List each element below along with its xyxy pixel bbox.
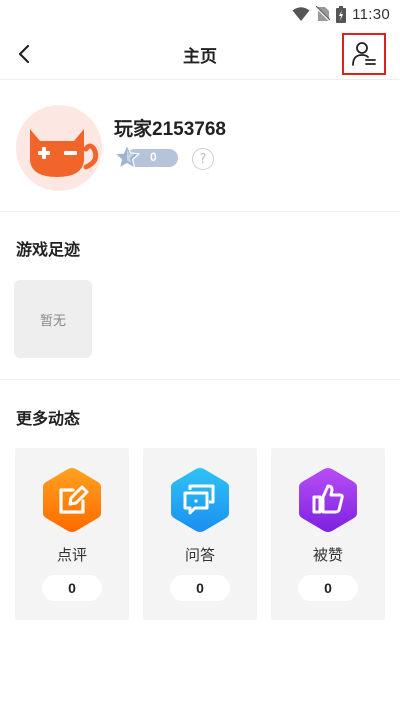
activity-section-title: 更多动态 bbox=[16, 409, 81, 428]
footprint-empty-placeholder: 暂无 bbox=[14, 280, 92, 358]
battery-icon bbox=[336, 5, 347, 23]
top-nav-bar: 主页 bbox=[0, 28, 400, 80]
status-icons: 11:30 bbox=[292, 4, 390, 24]
level-value: 0 bbox=[150, 150, 157, 164]
thumb-up-icon bbox=[297, 466, 359, 534]
page-title: 主页 bbox=[183, 47, 217, 67]
level-help-button[interactable]: ? bbox=[192, 148, 214, 170]
qa-card[interactable]: 问答 0 bbox=[143, 448, 257, 620]
qa-label: 问答 bbox=[184, 546, 215, 564]
status-time: 11:30 bbox=[352, 5, 390, 23]
user-list-icon bbox=[352, 42, 376, 66]
reviews-label: 点评 bbox=[56, 546, 87, 564]
question-mark-icon: ? bbox=[199, 151, 207, 167]
no-sim-icon bbox=[316, 6, 331, 22]
status-bar: 11:30 bbox=[0, 0, 400, 28]
reviews-count: 0 bbox=[42, 575, 102, 601]
level-star-icon bbox=[113, 143, 141, 171]
user-settings-button[interactable] bbox=[342, 33, 386, 75]
footprint-section-title: 游戏足迹 bbox=[16, 240, 81, 259]
profile-header: 玩家2153768 0 ? bbox=[0, 80, 400, 212]
qa-count: 0 bbox=[170, 575, 230, 601]
divider bbox=[0, 379, 400, 380]
username: 玩家2153768 bbox=[114, 119, 226, 140]
wifi-icon bbox=[292, 7, 310, 21]
reviews-card[interactable]: 点评 0 bbox=[15, 448, 129, 620]
likes-label: 被赞 bbox=[312, 546, 343, 564]
chat-icon bbox=[169, 466, 231, 534]
divider bbox=[0, 211, 400, 212]
avatar[interactable] bbox=[16, 105, 102, 191]
likes-count: 0 bbox=[298, 575, 358, 601]
cat-avatar-icon bbox=[30, 129, 99, 177]
footprint-empty-text: 暂无 bbox=[39, 313, 66, 329]
edit-icon bbox=[41, 466, 103, 534]
likes-card[interactable]: 被赞 0 bbox=[271, 448, 385, 620]
